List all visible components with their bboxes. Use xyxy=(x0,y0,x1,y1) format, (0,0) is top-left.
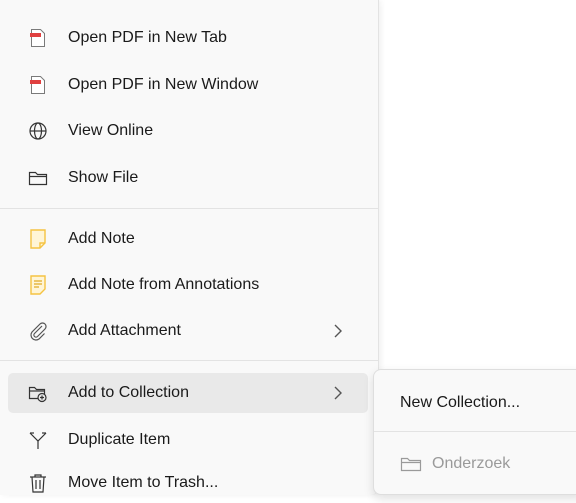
chevron-right-icon xyxy=(332,385,344,401)
menu-item-label: Add Note xyxy=(68,230,135,247)
menu-item-move-to-trash[interactable]: Move Item to Trash... xyxy=(8,463,368,503)
folder-icon xyxy=(400,455,422,473)
menu-separator xyxy=(0,360,378,361)
menu-item-label: Add Note from Annotations xyxy=(68,276,260,293)
collection-add-icon xyxy=(28,383,48,403)
collection-submenu: New Collection... Onderzoek xyxy=(373,369,576,495)
menu-item-open-pdf-new-window[interactable]: Open PDF in New Window xyxy=(8,65,368,105)
trash-icon xyxy=(28,473,48,493)
menu-item-label: View Online xyxy=(68,122,154,139)
globe-icon xyxy=(28,121,48,141)
menu-item-view-online[interactable]: View Online xyxy=(8,111,368,151)
context-menu: Open PDF in New Tab Open PDF in New Wind… xyxy=(0,0,379,495)
note-icon xyxy=(28,229,48,249)
note-annotations-icon xyxy=(28,275,48,295)
submenu-separator xyxy=(374,431,576,432)
pdf-icon xyxy=(28,28,48,48)
menu-item-duplicate-item[interactable]: Duplicate Item xyxy=(8,420,368,460)
menu-item-label: Add to Collection xyxy=(68,384,189,401)
menu-item-label: Show File xyxy=(68,169,139,186)
menu-item-add-note-from-annotations[interactable]: Add Note from Annotations xyxy=(8,265,368,305)
menu-item-label: Add Attachment xyxy=(68,322,181,339)
submenu-item-label: New Collection... xyxy=(400,394,521,411)
menu-item-show-file[interactable]: Show File xyxy=(8,158,368,198)
menu-item-label: Duplicate Item xyxy=(68,431,171,448)
pdf-icon xyxy=(28,75,48,95)
submenu-item-label: Onderzoek xyxy=(432,455,511,472)
menu-item-label: Open PDF in New Window xyxy=(68,76,259,93)
submenu-item-new-collection[interactable]: New Collection... xyxy=(374,383,576,423)
paperclip-icon xyxy=(28,321,48,341)
duplicate-icon xyxy=(28,430,48,450)
menu-item-add-attachment[interactable]: Add Attachment xyxy=(8,311,368,351)
folder-icon xyxy=(28,168,48,188)
menu-item-label: Open PDF in New Tab xyxy=(68,29,227,46)
menu-separator xyxy=(0,208,378,209)
menu-item-add-to-collection[interactable]: Add to Collection xyxy=(8,373,368,413)
menu-item-add-note[interactable]: Add Note xyxy=(8,219,368,259)
menu-item-open-pdf-new-tab[interactable]: Open PDF in New Tab xyxy=(8,18,368,58)
menu-item-label: Move Item to Trash... xyxy=(68,474,219,491)
submenu-item-collection-onderzoek: Onderzoek xyxy=(374,444,576,484)
chevron-right-icon xyxy=(332,323,344,339)
